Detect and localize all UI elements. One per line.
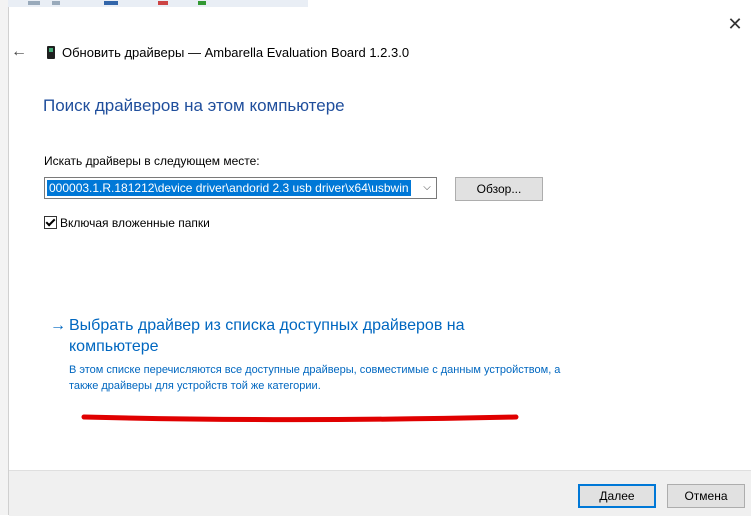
- pick-driver-description: В этом списке перечисляются все доступны…: [69, 364, 561, 392]
- device-icon: [47, 46, 55, 59]
- arrow-right-icon: →: [50, 317, 66, 334]
- pick-driver-link-label[interactable]: Выбрать драйвер из списка доступных драй…: [69, 315, 529, 357]
- include-subfolders-checkbox[interactable]: [44, 216, 57, 230]
- next-button[interactable]: Далее: [578, 484, 656, 508]
- browse-button[interactable]: Обзор...: [455, 177, 543, 201]
- window-title: Обновить драйверы — Ambarella Evaluation…: [62, 45, 410, 60]
- include-subfolders-label[interactable]: Включая вложенные папки: [60, 216, 210, 230]
- cancel-button[interactable]: Отмена: [667, 484, 745, 508]
- driver-path-combobox[interactable]: 000003.1.R.181212\device driver\andorid …: [44, 177, 437, 199]
- search-location-label: Искать драйверы в следующем месте:: [44, 154, 260, 168]
- chevron-down-icon[interactable]: ⌵: [420, 180, 434, 196]
- close-icon[interactable]: ✕: [725, 14, 745, 34]
- driver-path-value[interactable]: 000003.1.R.181212\device driver\andorid …: [47, 180, 411, 196]
- include-subfolders-option[interactable]: Включая вложенные папки: [44, 214, 210, 230]
- update-drivers-dialog: [9, 7, 751, 515]
- background-toolbar-edge: [8, 0, 308, 7]
- back-arrow-icon[interactable]: ←: [8, 42, 30, 62]
- background-window-edge: [0, 0, 9, 515]
- red-underline-annotation: [81, 414, 519, 423]
- page-heading: Поиск драйверов на этом компьютере: [43, 96, 345, 115]
